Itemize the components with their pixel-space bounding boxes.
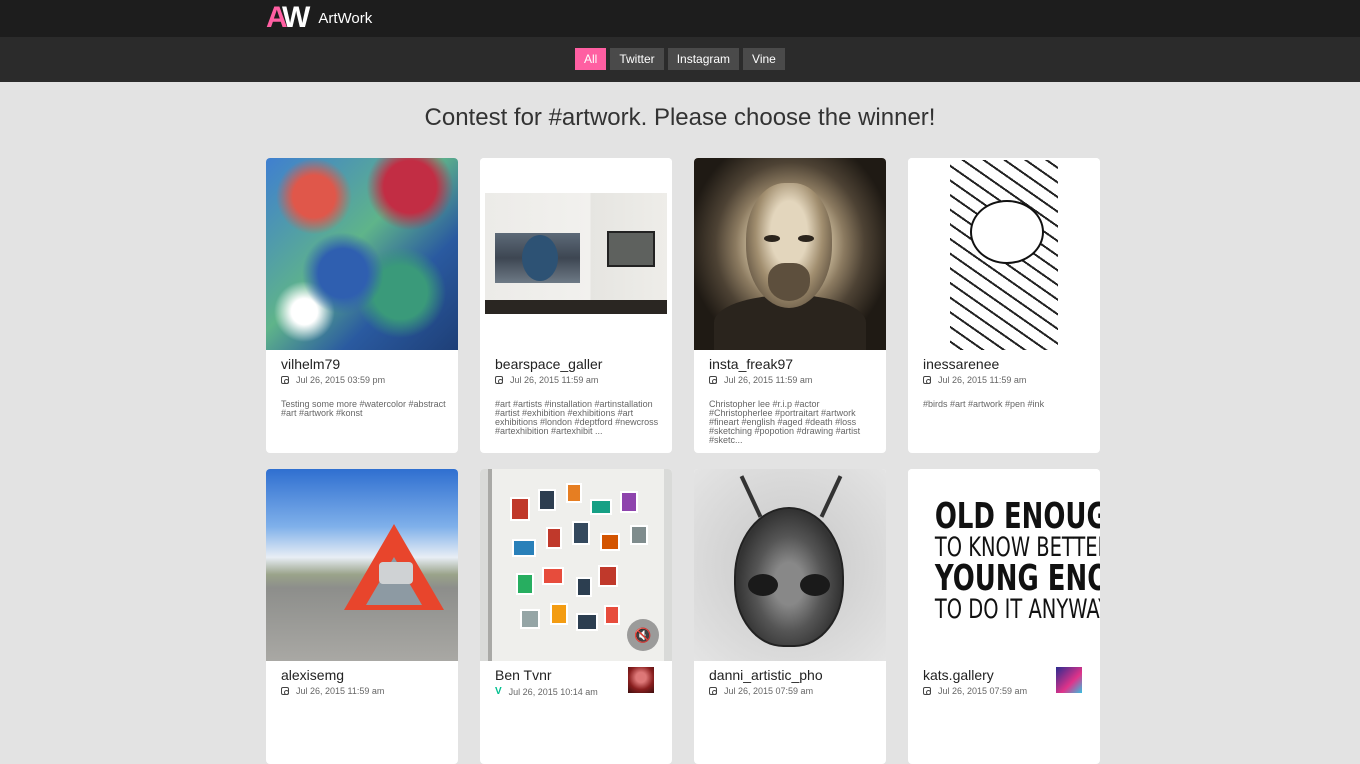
filter-instagram-button[interactable]: Instagram — [667, 48, 740, 70]
top-bar: AW ArtWork — [0, 0, 1360, 37]
post-caption: #birds #art #artwork #pen #ink — [923, 400, 1045, 409]
post-username[interactable]: danni_artistic_pho — [709, 667, 859, 683]
post-image[interactable] — [908, 158, 1100, 350]
logo[interactable]: AW ArtWork — [266, 1, 373, 34]
post-date: Jul 26, 2015 11:59 am — [510, 375, 599, 385]
post-date: Jul 26, 2015 11:59 am — [724, 375, 813, 385]
filter-twitter-button[interactable]: Twitter — [610, 48, 664, 70]
post-date: Jul 26, 2015 11:59 am — [938, 375, 1027, 385]
post-username[interactable]: insta_freak97 — [709, 356, 859, 372]
avatar[interactable] — [1056, 667, 1082, 693]
post-card[interactable]: inessarenee Jul 26, 2015 11:59 am #birds… — [908, 158, 1100, 453]
instagram-icon — [923, 687, 931, 695]
post-meta: Jul 26, 2015 11:59 am — [709, 375, 812, 385]
post-image[interactable] — [694, 158, 886, 350]
filter-vine-button[interactable]: Vine — [743, 48, 785, 70]
post-meta: Jul 26, 2015 03:59 pm — [281, 375, 385, 385]
post-card[interactable]: vilhelm79 Jul 26, 2015 03:59 pm Testing … — [266, 158, 458, 453]
instagram-icon — [281, 376, 289, 384]
post-card[interactable]: insta_freak97 Jul 26, 2015 11:59 am Chri… — [694, 158, 886, 453]
instagram-icon — [281, 687, 289, 695]
post-image[interactable] — [694, 469, 886, 661]
instagram-icon — [709, 687, 717, 695]
post-username[interactable]: Ben Tvnr — [495, 667, 645, 683]
post-meta: Jul 26, 2015 07:59 am — [923, 686, 1027, 696]
post-card[interactable]: bearspace_galler Jul 26, 2015 11:59 am #… — [480, 158, 672, 453]
avatar[interactable] — [628, 667, 654, 693]
post-image[interactable] — [266, 469, 458, 661]
logo-mark: AW — [266, 1, 310, 34]
post-image[interactable]: OLD ENOUGH TO KNOW BETTER YOUNG ENOUGH T… — [908, 469, 1100, 661]
post-meta: Jul 26, 2015 07:59 am — [709, 686, 813, 696]
post-username[interactable]: inessarenee — [923, 356, 1073, 372]
instagram-icon — [709, 376, 717, 384]
post-card[interactable]: OLD ENOUGH TO KNOW BETTER YOUNG ENOUGH T… — [908, 469, 1100, 764]
post-card[interactable]: danni_artistic_pho Jul 26, 2015 07:59 am — [694, 469, 886, 764]
filter-all-button[interactable]: All — [575, 48, 607, 70]
post-username[interactable]: vilhelm79 — [281, 356, 431, 372]
post-caption: #art #artists #installation #artinstalla… — [495, 400, 659, 436]
instagram-icon — [495, 376, 503, 384]
filter-bar: All Twitter Instagram Vine — [0, 37, 1360, 82]
quote-line: OLD ENOUGH — [934, 496, 1100, 537]
post-date: Jul 26, 2015 07:59 am — [724, 686, 814, 696]
post-meta: Jul 26, 2015 11:59 am — [281, 686, 384, 696]
app-name: ArtWork — [318, 9, 373, 27]
post-username[interactable]: kats.gallery — [923, 667, 1073, 683]
post-caption: Testing some more #watercolor #abstract … — [281, 400, 446, 418]
post-username[interactable]: alexisemg — [281, 667, 431, 683]
vine-icon: V — [495, 686, 502, 697]
post-date: Jul 26, 2015 11:59 am — [296, 686, 385, 696]
post-meta: Jul 26, 2015 11:59 am — [495, 375, 598, 385]
page-title: Contest for #artwork. Please choose the … — [424, 104, 936, 131]
post-date: Jul 26, 2015 03:59 pm — [296, 375, 386, 385]
post-image[interactable] — [480, 158, 672, 350]
post-image[interactable] — [266, 158, 458, 350]
instagram-icon — [923, 376, 931, 384]
post-date: Jul 26, 2015 07:59 am — [938, 686, 1028, 696]
quote-line: TO DO IT ANYWAY — [934, 594, 1100, 625]
quote-line: YOUNG ENOUGH — [934, 558, 1100, 599]
post-caption: Christopher lee #r.i.p #actor #Christoph… — [709, 400, 861, 445]
post-meta: Jul 26, 2015 11:59 am — [923, 375, 1026, 385]
post-date: Jul 26, 2015 10:14 am — [508, 686, 598, 697]
post-card[interactable]: alexisemg Jul 26, 2015 11:59 am — [266, 469, 458, 764]
post-video[interactable]: 🔇 — [480, 469, 672, 661]
post-card[interactable]: 🔇 Ben Tvnr V Jul 26, 2015 10:14 am — [480, 469, 672, 764]
post-meta: V Jul 26, 2015 10:14 am — [495, 686, 598, 697]
mute-icon[interactable]: 🔇 — [627, 619, 659, 651]
post-username[interactable]: bearspace_galler — [495, 356, 645, 372]
